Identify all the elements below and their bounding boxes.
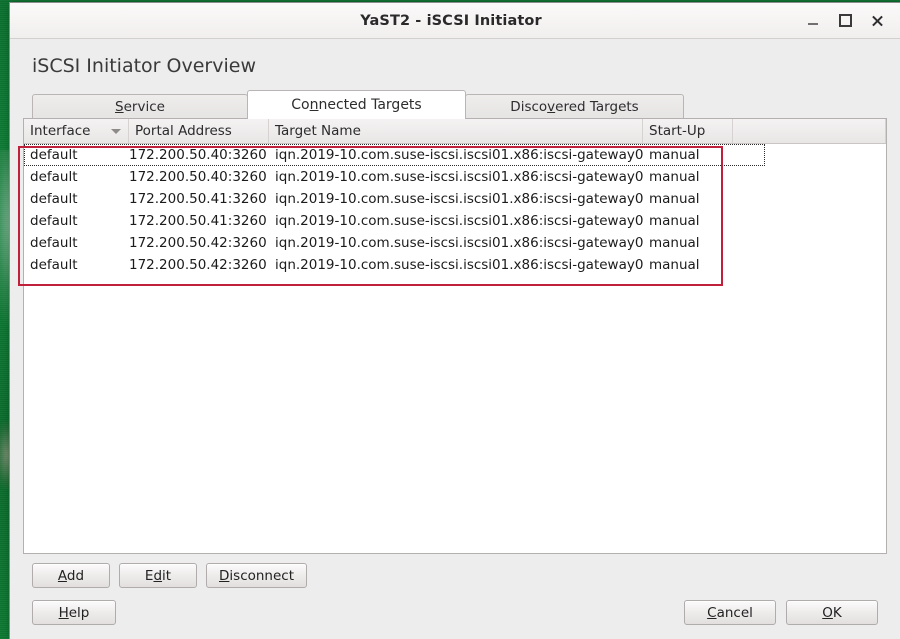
column-header-target-name[interactable]: Target Name bbox=[269, 119, 643, 143]
table-row[interactable]: default 172.200.50.40:3260 iqn.2019-10.com… bbox=[24, 144, 765, 166]
page-title: iSCSI Initiator Overview bbox=[32, 55, 256, 77]
cell-portal-address: 172.200.50.40:3260 bbox=[129, 169, 267, 185]
cell-interface: default bbox=[30, 169, 78, 185]
dialog-confirm-buttons: Cancel OK bbox=[684, 600, 887, 625]
cell-interface: default bbox=[30, 191, 78, 207]
add-button-mnemonic: A bbox=[57, 567, 67, 584]
column-header-filler bbox=[733, 119, 886, 143]
table-header-row: Interface Portal Address Target Name Sta… bbox=[24, 119, 886, 144]
ok-button-mnemonic: O bbox=[822, 604, 833, 621]
maximize-icon bbox=[838, 14, 852, 27]
edit-button[interactable]: Edit bbox=[119, 563, 197, 588]
tab-service-rest: ervice bbox=[123, 99, 165, 115]
tab-service-mnemonic: S bbox=[115, 99, 124, 115]
table-row[interactable]: default 172.200.50.40:3260 iqn.2019-10.com… bbox=[24, 166, 886, 188]
help-button-label: Help bbox=[58, 604, 90, 621]
window-title: YaST2 - iSCSI Initiator bbox=[360, 12, 542, 29]
cell-interface: default bbox=[30, 213, 78, 229]
cell-portal-address: 172.200.50.42:3260 bbox=[129, 235, 267, 251]
disconnect-button-mnemonic: D bbox=[219, 567, 230, 584]
disconnect-button[interactable]: Disconnect bbox=[206, 563, 308, 588]
column-header-start-up[interactable]: Start-Up bbox=[643, 119, 733, 143]
disconnect-button-label: Disconnect bbox=[219, 567, 295, 584]
tab-service-label: Service bbox=[115, 99, 165, 115]
cell-target-name: iqn.2019-10.com.suse-iscsi.iscsi01.x86:i… bbox=[275, 147, 643, 163]
cancel-button-label: Cancel bbox=[707, 604, 753, 621]
tab-connected-targets-label: Connected Targets bbox=[291, 97, 422, 113]
column-header-target-name-label: Target Name bbox=[275, 123, 361, 139]
dialog-body: iSCSI Initiator Overview Service Connect… bbox=[10, 39, 900, 639]
tab-discovered-targets-mnemonic: v bbox=[547, 99, 556, 115]
tab-discovered-targets-label: Discovered Targets bbox=[510, 99, 639, 115]
cancel-button-mnemonic: C bbox=[707, 604, 717, 621]
table-row[interactable]: default 172.200.50.41:3260 iqn.2019-10.com… bbox=[24, 188, 886, 210]
cell-portal-address: 172.200.50.41:3260 bbox=[129, 213, 267, 229]
tab-connected-targets-mnemonic: n bbox=[309, 97, 319, 113]
window-titlebar[interactable]: YaST2 - iSCSI Initiator bbox=[10, 3, 900, 39]
ok-button-label: OK bbox=[822, 604, 842, 621]
column-header-interface[interactable]: Interface bbox=[24, 119, 129, 143]
ok-button[interactable]: OK bbox=[786, 600, 878, 625]
close-icon bbox=[871, 15, 883, 27]
column-header-portal-address[interactable]: Portal Address bbox=[129, 119, 269, 143]
cell-start-up: manual bbox=[649, 213, 700, 229]
cell-target-name: iqn.2019-10.com.suse-iscsi.iscsi01.x86:i… bbox=[275, 257, 643, 273]
minimize-button[interactable] bbox=[798, 7, 828, 35]
tab-discovered-targets[interactable]: Discovered Targets bbox=[465, 94, 684, 119]
sort-arrow-down-icon bbox=[111, 129, 121, 134]
cell-start-up: manual bbox=[649, 257, 700, 273]
column-header-start-up-label: Start-Up bbox=[649, 123, 706, 139]
cell-start-up: manual bbox=[649, 191, 700, 207]
table-body: default 172.200.50.40:3260 iqn.2019-10.com… bbox=[24, 144, 886, 553]
cell-target-name: iqn.2019-10.com.suse-iscsi.iscsi01.x86:i… bbox=[275, 213, 643, 229]
cell-portal-address: 172.200.50.42:3260 bbox=[129, 257, 267, 273]
table-row[interactable]: default 172.200.50.42:3260 iqn.2019-10.com… bbox=[24, 232, 886, 254]
close-button[interactable] bbox=[862, 7, 892, 35]
table-row[interactable]: default 172.200.50.41:3260 iqn.2019-10.com… bbox=[24, 210, 886, 232]
cell-start-up: manual bbox=[649, 147, 700, 163]
cell-target-name: iqn.2019-10.com.suse-iscsi.iscsi01.x86:i… bbox=[275, 191, 643, 207]
tab-connected-targets[interactable]: Connected Targets bbox=[247, 90, 466, 119]
cancel-button[interactable]: Cancel bbox=[684, 600, 776, 625]
add-button-label: Add bbox=[57, 567, 85, 584]
cell-start-up: manual bbox=[649, 169, 700, 185]
tab-service[interactable]: Service bbox=[32, 94, 248, 119]
table-action-buttons: Add Edit Disconnect bbox=[23, 554, 887, 588]
edit-button-mnemonic: d bbox=[153, 567, 163, 584]
cell-start-up: manual bbox=[649, 235, 700, 251]
cell-interface: default bbox=[30, 257, 78, 273]
cell-portal-address: 172.200.50.41:3260 bbox=[129, 191, 267, 207]
dialog-footer: Help Cancel OK bbox=[23, 588, 887, 639]
cell-interface: default bbox=[30, 235, 78, 251]
edit-button-label: Edit bbox=[144, 567, 172, 584]
add-button[interactable]: Add bbox=[32, 563, 110, 588]
column-header-interface-label: Interface bbox=[30, 123, 91, 139]
table-row[interactable]: default 172.200.50.42:3260 iqn.2019-10.com… bbox=[24, 254, 886, 276]
cell-target-name: iqn.2019-10.com.suse-iscsi.iscsi01.x86:i… bbox=[275, 235, 643, 251]
yast-iscsi-initiator-window: YaST2 - iSCSI Initiator iSCSI Initiator … bbox=[10, 3, 900, 639]
help-button[interactable]: Help bbox=[32, 600, 116, 625]
tab-bar: Service Connected Targets Discovered Tar… bbox=[23, 90, 887, 119]
window-controls bbox=[798, 3, 892, 38]
cell-interface: default bbox=[30, 147, 78, 163]
help-button-mnemonic: H bbox=[58, 604, 69, 621]
connected-targets-table: Interface Portal Address Target Name Sta… bbox=[23, 118, 887, 554]
cell-portal-address: 172.200.50.40:3260 bbox=[129, 147, 267, 163]
minimize-icon bbox=[808, 23, 818, 25]
maximize-button[interactable] bbox=[830, 7, 860, 35]
column-header-portal-address-label: Portal Address bbox=[135, 123, 232, 139]
cell-target-name: iqn.2019-10.com.suse-iscsi.iscsi01.x86:i… bbox=[275, 169, 643, 185]
